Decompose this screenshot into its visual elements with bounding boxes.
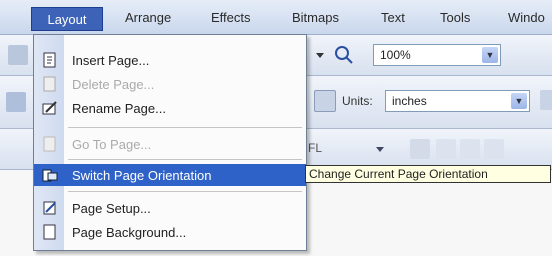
menu-item-go-to-page: Go To Page... bbox=[34, 133, 306, 155]
menu-item-page-setup[interactable]: Page Setup... bbox=[34, 197, 306, 219]
chevron-down-icon[interactable] bbox=[370, 139, 390, 159]
menu-item-label: Rename Page... bbox=[72, 101, 166, 116]
menu-separator bbox=[68, 127, 302, 128]
dropdown-arrow-icon[interactable] bbox=[310, 45, 330, 65]
property-button-icon[interactable] bbox=[540, 90, 552, 110]
rename-page-icon bbox=[42, 100, 58, 116]
layout-button-icon[interactable] bbox=[460, 139, 480, 159]
menu-text[interactable]: Text bbox=[381, 10, 405, 25]
delete-page-icon bbox=[42, 76, 58, 92]
menu-window[interactable]: Windo bbox=[508, 10, 545, 25]
layout-button-icon[interactable] bbox=[484, 139, 504, 159]
layout-menu: Insert Page... Delete Page... Rename Pag… bbox=[33, 34, 307, 251]
menu-item-label: Delete Page... bbox=[72, 77, 155, 92]
menu-item-switch-page-orientation[interactable]: Switch Page Orientation bbox=[34, 164, 306, 186]
zoom-icon[interactable] bbox=[332, 43, 353, 64]
units-label: Units: bbox=[342, 94, 373, 108]
chevron-down-icon[interactable]: ▼ bbox=[482, 47, 498, 63]
menu-bar: Layout Arrange Effects Bitmaps Text Tool… bbox=[0, 0, 552, 35]
menu-item-label: Go To Page... bbox=[72, 137, 152, 152]
menu-effects[interactable]: Effects bbox=[211, 10, 251, 25]
page-background-icon bbox=[42, 224, 58, 240]
orientation-icon[interactable] bbox=[314, 90, 336, 112]
menu-tools[interactable]: Tools bbox=[440, 10, 470, 25]
zoom-value: 100% bbox=[380, 48, 411, 62]
menu-separator bbox=[68, 159, 302, 160]
layout-button-icon[interactable] bbox=[410, 139, 430, 159]
menu-item-rename-page[interactable]: Rename Page... bbox=[34, 97, 306, 119]
menu-item-label: Switch Page Orientation bbox=[72, 168, 212, 183]
menu-item-label: Page Background... bbox=[72, 225, 187, 240]
switch-orientation-icon bbox=[42, 167, 58, 183]
tooltip: Change Current Page Orientation bbox=[305, 165, 551, 183]
chevron-down-icon[interactable]: ▼ bbox=[511, 93, 527, 109]
page-setup-icon bbox=[42, 200, 58, 216]
go-to-page-icon bbox=[42, 136, 58, 152]
menu-bitmaps[interactable]: Bitmaps bbox=[292, 10, 339, 25]
units-combo[interactable]: inches ▼ bbox=[385, 90, 530, 112]
size-field[interactable]: FL bbox=[308, 141, 322, 155]
toolbar-button-icon[interactable] bbox=[8, 45, 28, 65]
menu-layout[interactable]: Layout bbox=[31, 7, 103, 31]
menu-item-delete-page: Delete Page... bbox=[34, 73, 306, 95]
menu-item-label: Page Setup... bbox=[72, 201, 151, 216]
property-button-icon[interactable] bbox=[6, 92, 26, 112]
menu-item-label: Insert Page... bbox=[72, 53, 150, 68]
menu-item-page-background[interactable]: Page Background... bbox=[34, 221, 306, 243]
menu-item-insert-page[interactable]: Insert Page... bbox=[34, 49, 306, 71]
units-value: inches bbox=[392, 94, 427, 108]
layout-button-icon[interactable] bbox=[436, 139, 456, 159]
menu-arrange[interactable]: Arrange bbox=[125, 10, 171, 25]
insert-page-icon bbox=[42, 52, 58, 68]
zoom-combo[interactable]: 100% ▼ bbox=[373, 44, 501, 66]
menu-separator bbox=[68, 191, 302, 192]
